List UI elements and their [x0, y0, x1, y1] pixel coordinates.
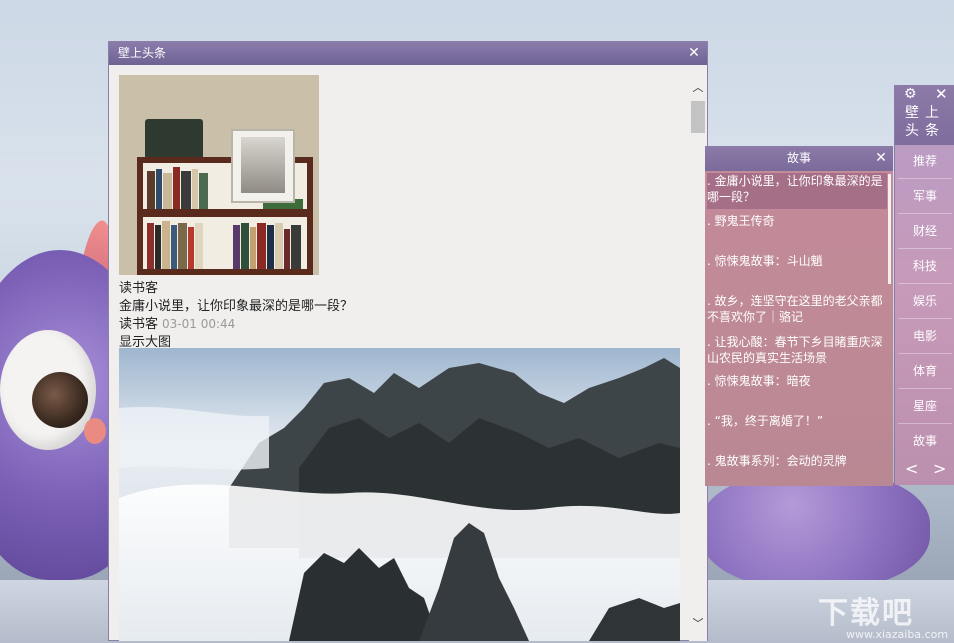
- nav-item-movies[interactable]: 电影: [898, 320, 952, 354]
- story-item[interactable]: . 惊悚鬼故事：斗山魈: [707, 253, 887, 269]
- post-meta: 读书客 03-01 00:44: [119, 313, 235, 332]
- close-icon[interactable]: ✕: [935, 85, 948, 103]
- story-item[interactable]: . 鬼故事系列：会动的灵牌: [707, 453, 887, 469]
- mountain-landscape-image: [119, 348, 680, 641]
- chevron-right-icon[interactable]: >: [933, 459, 946, 478]
- story-scrollbar[interactable]: [888, 174, 891, 284]
- close-icon[interactable]: ✕: [873, 146, 889, 171]
- post-timestamp: 03-01 00:44: [162, 317, 235, 331]
- post-meta-author: 读书客: [119, 317, 158, 332]
- nav-item-tech[interactable]: 科技: [898, 250, 952, 284]
- gear-icon[interactable]: ⚙: [904, 86, 917, 102]
- scroll-up-arrow-icon[interactable]: ︿: [689, 79, 707, 97]
- nav-item-military[interactable]: 军事: [898, 180, 952, 214]
- story-list-panel: 故事 ✕ . 金庸小说里，让你印象最深的是哪一段？ . 野鬼王传奇 . 惊悚鬼故…: [705, 146, 893, 486]
- wallpaper-bird-pupil: [32, 372, 88, 428]
- close-icon[interactable]: ✕: [686, 42, 702, 65]
- article-content: 读书客 金庸小说里，让你印象最深的是哪一段？ 读书客03-01 00:44 显示…: [109, 65, 689, 641]
- story-item[interactable]: . 故乡，连坚守在这里的老父亲都不喜欢你了｜骆记: [707, 293, 887, 325]
- scroll-down-arrow-icon[interactable]: ﹀: [689, 615, 707, 633]
- story-item[interactable]: . 金庸小说里，让你印象最深的是哪一段？: [707, 173, 887, 209]
- shelf-row-bottom: [143, 217, 307, 269]
- nav-item-entertainment[interactable]: 娱乐: [898, 285, 952, 319]
- window-title: 壁上头条: [118, 46, 166, 60]
- main-news-window: 壁上头条 ✕: [108, 41, 708, 641]
- nav-item-finance[interactable]: 财经: [898, 215, 952, 249]
- wallpaper-bird-right: [700, 470, 930, 590]
- main-titlebar[interactable]: 壁上头条 ✕: [109, 42, 707, 65]
- story-item[interactable]: . 惊悚鬼故事：暗夜: [707, 373, 887, 389]
- story-panel-title: 故事: [787, 151, 811, 165]
- story-item[interactable]: . “我，终于离婚了！”: [707, 413, 887, 429]
- nav-item-sports[interactable]: 体育: [898, 355, 952, 389]
- story-item[interactable]: . 让我心酸：春节下乡目睹重庆深山农民的真实生活场景: [707, 334, 887, 366]
- chevron-left-icon[interactable]: <: [905, 459, 918, 478]
- category-nav-bar: ⚙ ✕ 壁上头条 推荐 军事 财经 科技 娱乐 电影 体育 星座 故事 < >: [894, 85, 954, 485]
- story-panel-header: 故事 ✕: [705, 146, 893, 171]
- article-thumbnail[interactable]: [119, 75, 319, 275]
- nav-item-horoscope[interactable]: 星座: [898, 390, 952, 424]
- wallpaper-bird-beak: [84, 418, 106, 444]
- watermark-logo: 下载吧: [818, 588, 914, 632]
- scrollbar-thumb[interactable]: [691, 101, 705, 133]
- story-item[interactable]: . 野鬼王传奇: [707, 213, 887, 229]
- nav-header: ⚙ ✕ 壁上头条: [895, 85, 954, 145]
- article-large-image[interactable]: [119, 348, 680, 641]
- watermark-url: www.xiazaiba.com: [846, 628, 948, 641]
- app-logo: 壁上头条: [905, 104, 949, 140]
- portrait-frame: [231, 129, 295, 203]
- briefcase-illustration: [145, 119, 203, 159]
- post-source[interactable]: 读书客: [119, 277, 158, 296]
- nav-item-stories[interactable]: 故事: [898, 425, 952, 458]
- nav-item-recommend[interactable]: 推荐: [898, 145, 952, 179]
- post-headline[interactable]: 金庸小说里，让你印象最深的是哪一段？: [119, 295, 353, 314]
- nav-pager: < >: [895, 457, 954, 483]
